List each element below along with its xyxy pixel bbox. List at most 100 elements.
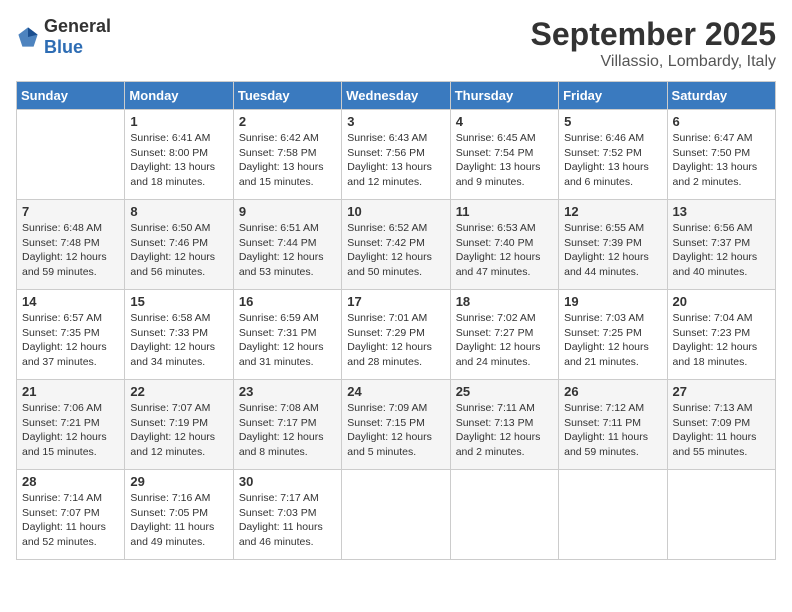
day-number: 17	[347, 294, 444, 309]
calendar-cell: 23 Sunrise: 7:08 AMSunset: 7:17 PMDayligh…	[233, 380, 341, 470]
day-info: Sunrise: 7:12 AMSunset: 7:11 PMDaylight:…	[564, 401, 661, 460]
calendar-cell: 18 Sunrise: 7:02 AMSunset: 7:27 PMDayligh…	[450, 290, 558, 380]
calendar-cell: 4 Sunrise: 6:45 AMSunset: 7:54 PMDaylight…	[450, 110, 558, 200]
calendar-cell: 11Sunrise: 6:53 AMSunset: 7:40 PMDayligh…	[450, 200, 558, 290]
day-info: Sunrise: 6:47 AMSunset: 7:50 PMDaylight:…	[673, 131, 770, 190]
weekday-header-wednesday: Wednesday	[342, 82, 450, 110]
calendar-cell: 5Sunrise: 6:46 AMSunset: 7:52 PMDaylight…	[559, 110, 667, 200]
calendar-cell: 22Sunrise: 7:07 AMSunset: 7:19 PMDayligh…	[125, 380, 233, 470]
day-info: Sunrise: 7:03 AMSunset: 7:25 PMDaylight:…	[564, 311, 661, 370]
logo: General Blue	[16, 16, 111, 58]
day-number: 4	[456, 114, 553, 129]
day-info: Sunrise: 6:51 AMSunset: 7:44 PMDaylight:…	[239, 221, 336, 280]
calendar-cell: 10 Sunrise: 6:52 AMSunset: 7:42 PMDayligh…	[342, 200, 450, 290]
calendar-cell: 27Sunrise: 7:13 AMSunset: 7:09 PMDayligh…	[667, 380, 775, 470]
day-number: 23	[239, 384, 336, 399]
calendar-cell: 24 Sunrise: 7:09 AMSunset: 7:15 PMDayligh…	[342, 380, 450, 470]
day-number: 20	[673, 294, 770, 309]
month-title: September 2025	[531, 16, 776, 53]
day-number: 21	[22, 384, 119, 399]
day-info: Sunrise: 6:41 AMSunset: 8:00 PMDaylight:…	[130, 131, 227, 190]
day-number: 7	[22, 204, 119, 219]
day-info: Sunrise: 6:45 AMSunset: 7:54 PMDaylight:…	[456, 131, 553, 190]
day-info: Sunrise: 6:56 AMSunset: 7:37 PMDaylight:…	[673, 221, 770, 280]
calendar-cell: 6Sunrise: 6:47 AMSunset: 7:50 PMDaylight…	[667, 110, 775, 200]
calendar-cell: 30 Sunrise: 7:17 AMSunset: 7:03 PMDayligh…	[233, 470, 341, 560]
day-info: Sunrise: 7:07 AMSunset: 7:19 PMDaylight:…	[130, 401, 227, 460]
calendar-cell: 2Sunrise: 6:42 AMSunset: 7:58 PMDaylight…	[233, 110, 341, 200]
weekday-header-saturday: Saturday	[667, 82, 775, 110]
calendar-week-3: 14 Sunrise: 6:57 AMSunset: 7:35 PMDayligh…	[17, 290, 776, 380]
calendar-cell	[450, 470, 558, 560]
calendar-week-2: 7Sunrise: 6:48 AMSunset: 7:48 PMDaylight…	[17, 200, 776, 290]
day-info: Sunrise: 7:06 AMSunset: 7:21 PMDaylight:…	[22, 401, 119, 460]
calendar-cell	[559, 470, 667, 560]
calendar-cell	[667, 470, 775, 560]
logo-text: General Blue	[44, 16, 111, 58]
calendar-table: SundayMondayTuesdayWednesdayThursdayFrid…	[16, 81, 776, 560]
calendar-cell: 13 Sunrise: 6:56 AMSunset: 7:37 PMDayligh…	[667, 200, 775, 290]
day-info: Sunrise: 7:11 AMSunset: 7:13 PMDaylight:…	[456, 401, 553, 460]
weekday-header-friday: Friday	[559, 82, 667, 110]
weekday-header-tuesday: Tuesday	[233, 82, 341, 110]
calendar-cell: 7Sunrise: 6:48 AMSunset: 7:48 PMDaylight…	[17, 200, 125, 290]
day-info: Sunrise: 7:01 AMSunset: 7:29 PMDaylight:…	[347, 311, 444, 370]
day-number: 3	[347, 114, 444, 129]
day-number: 11	[456, 204, 553, 219]
day-info: Sunrise: 7:16 AMSunset: 7:05 PMDaylight:…	[130, 491, 227, 550]
calendar-week-4: 21 Sunrise: 7:06 AMSunset: 7:21 PMDayligh…	[17, 380, 776, 470]
calendar-cell: 17 Sunrise: 7:01 AMSunset: 7:29 PMDayligh…	[342, 290, 450, 380]
day-number: 24	[347, 384, 444, 399]
day-number: 14	[22, 294, 119, 309]
logo-general: General	[44, 16, 111, 36]
page-header: General Blue September 2025 Villassio, L…	[16, 16, 776, 71]
day-info: Sunrise: 6:58 AMSunset: 7:33 PMDaylight:…	[130, 311, 227, 370]
day-info: Sunrise: 7:17 AMSunset: 7:03 PMDaylight:…	[239, 491, 336, 550]
calendar-cell: 15Sunrise: 6:58 AMSunset: 7:33 PMDayligh…	[125, 290, 233, 380]
day-number: 5	[564, 114, 661, 129]
day-info: Sunrise: 7:04 AMSunset: 7:23 PMDaylight:…	[673, 311, 770, 370]
calendar-cell: 14 Sunrise: 6:57 AMSunset: 7:35 PMDayligh…	[17, 290, 125, 380]
location-title: Villassio, Lombardy, Italy	[531, 53, 776, 71]
calendar-cell: 16 Sunrise: 6:59 AMSunset: 7:31 PMDayligh…	[233, 290, 341, 380]
day-info: Sunrise: 6:43 AMSunset: 7:56 PMDaylight:…	[347, 131, 444, 190]
day-number: 2	[239, 114, 336, 129]
day-info: Sunrise: 6:57 AMSunset: 7:35 PMDaylight:…	[22, 311, 119, 370]
day-info: Sunrise: 7:02 AMSunset: 7:27 PMDaylight:…	[456, 311, 553, 370]
day-info: Sunrise: 7:13 AMSunset: 7:09 PMDaylight:…	[673, 401, 770, 460]
logo-icon	[16, 25, 40, 49]
day-number: 10	[347, 204, 444, 219]
day-number: 19	[564, 294, 661, 309]
day-number: 29	[130, 474, 227, 489]
calendar-cell: 20 Sunrise: 7:04 AMSunset: 7:23 PMDayligh…	[667, 290, 775, 380]
logo-blue: Blue	[44, 37, 83, 57]
day-number: 30	[239, 474, 336, 489]
day-info: Sunrise: 7:14 AMSunset: 7:07 PMDaylight:…	[22, 491, 119, 550]
calendar-cell: 9 Sunrise: 6:51 AMSunset: 7:44 PMDaylight…	[233, 200, 341, 290]
calendar-cell: 29 Sunrise: 7:16 AMSunset: 7:05 PMDayligh…	[125, 470, 233, 560]
day-number: 25	[456, 384, 553, 399]
day-number: 9	[239, 204, 336, 219]
weekday-header-thursday: Thursday	[450, 82, 558, 110]
weekday-header-row: SundayMondayTuesdayWednesdayThursdayFrid…	[17, 82, 776, 110]
day-number: 13	[673, 204, 770, 219]
calendar-cell: 1Sunrise: 6:41 AMSunset: 8:00 PMDaylight…	[125, 110, 233, 200]
calendar-cell: 25 Sunrise: 7:11 AMSunset: 7:13 PMDayligh…	[450, 380, 558, 470]
day-number: 8	[130, 204, 227, 219]
day-number: 18	[456, 294, 553, 309]
weekday-header-sunday: Sunday	[17, 82, 125, 110]
day-info: Sunrise: 6:59 AMSunset: 7:31 PMDaylight:…	[239, 311, 336, 370]
day-info: Sunrise: 6:55 AMSunset: 7:39 PMDaylight:…	[564, 221, 661, 280]
calendar-cell: 3 Sunrise: 6:43 AMSunset: 7:56 PMDaylight…	[342, 110, 450, 200]
day-info: Sunrise: 6:52 AMSunset: 7:42 PMDaylight:…	[347, 221, 444, 280]
calendar-week-5: 28Sunrise: 7:14 AMSunset: 7:07 PMDayligh…	[17, 470, 776, 560]
calendar-cell: 26Sunrise: 7:12 AMSunset: 7:11 PMDayligh…	[559, 380, 667, 470]
title-section: September 2025 Villassio, Lombardy, Ital…	[531, 16, 776, 71]
day-info: Sunrise: 7:08 AMSunset: 7:17 PMDaylight:…	[239, 401, 336, 460]
day-info: Sunrise: 6:50 AMSunset: 7:46 PMDaylight:…	[130, 221, 227, 280]
day-number: 12	[564, 204, 661, 219]
calendar-cell	[17, 110, 125, 200]
calendar-cell: 28Sunrise: 7:14 AMSunset: 7:07 PMDayligh…	[17, 470, 125, 560]
day-info: Sunrise: 7:09 AMSunset: 7:15 PMDaylight:…	[347, 401, 444, 460]
day-number: 16	[239, 294, 336, 309]
